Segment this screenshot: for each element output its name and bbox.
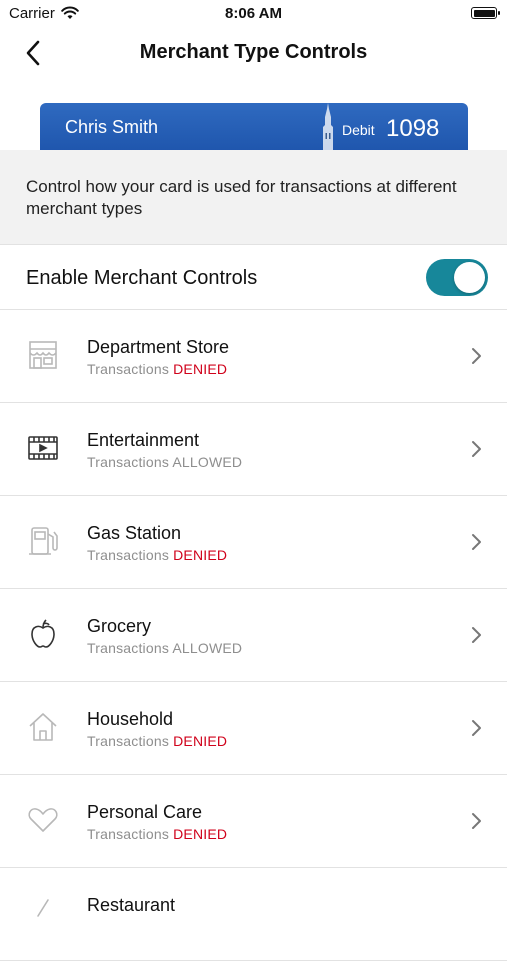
merchant-status: Transactions DENIED [87,733,228,749]
status-value: ALLOWED [172,640,243,656]
enable-merchant-controls-row: Enable Merchant Controls [0,244,507,310]
film-icon [26,431,60,465]
apple-icon [26,617,60,651]
merchant-row-entertainment[interactable]: Entertainment Transactions ALLOWED [0,403,507,496]
merchant-list: Department Store Transactions DENIED Ent… [0,310,507,961]
battery-icon [471,7,500,19]
card-holder-name: Chris Smith [65,117,159,137]
description-text: Control how your card is used for transa… [0,150,507,244]
merchant-name: Entertainment [87,430,200,450]
enable-merchant-controls-toggle[interactable] [426,259,488,296]
merchant-status: Transactions DENIED [87,826,228,842]
merchant-name: Restaurant [87,895,176,915]
merchant-name: Gas Station [87,523,182,543]
clock: 8:06 AM [225,5,282,22]
restaurant-icon [26,896,60,930]
building-tower-image [316,103,340,151]
chevron-right-icon [470,718,484,743]
merchant-status: Transactions DENIED [87,361,228,377]
page-title: Merchant Type Controls [139,41,368,63]
merchant-status: Transactions ALLOWED [87,640,243,656]
card-last4: 1098 [386,115,440,142]
merchant-name: Department Store [87,337,230,357]
house-icon [26,710,60,744]
merchant-name: Personal Care [87,802,203,822]
merchant-row-gas-station[interactable]: Gas Station Transactions DENIED [0,496,507,589]
merchant-status: Transactions ALLOWED [87,454,243,470]
status-value: ALLOWED [172,454,243,470]
chevron-right-icon [470,811,484,836]
status-value: DENIED [173,547,228,563]
merchant-status: Transactions DENIED [87,547,228,563]
nav-bar: Merchant Type Controls [0,30,507,76]
gas-pump-icon [26,524,60,558]
chevron-right-icon [470,439,484,464]
status-value: DENIED [173,733,228,749]
merchant-row-personal-care[interactable]: Personal Care Transactions DENIED [0,775,507,868]
merchant-row-department-store[interactable]: Department Store Transactions DENIED [0,310,507,403]
merchant-name: Grocery [87,616,152,636]
heart-icon [26,803,60,837]
store-icon [26,338,60,372]
chevron-right-icon [470,346,484,371]
status-value: DENIED [173,826,228,842]
toggle-knob [454,262,485,293]
status-value: DENIED [173,361,228,377]
status-bar: Carrier 8:06 AM [0,0,507,30]
merchant-row-restaurant[interactable]: Restaurant [0,868,507,961]
merchant-row-grocery[interactable]: Grocery Transactions ALLOWED [0,589,507,682]
merchant-name: Household [87,709,174,729]
chevron-right-icon [470,625,484,650]
merchant-row-household[interactable]: Household Transactions DENIED [0,682,507,775]
enable-merchant-controls-label: Enable Merchant Controls [26,267,258,289]
card-preview: Chris Smith Debit 1098 [40,103,468,151]
card-type-label: Debit [342,122,375,138]
chevron-right-icon [470,532,484,557]
